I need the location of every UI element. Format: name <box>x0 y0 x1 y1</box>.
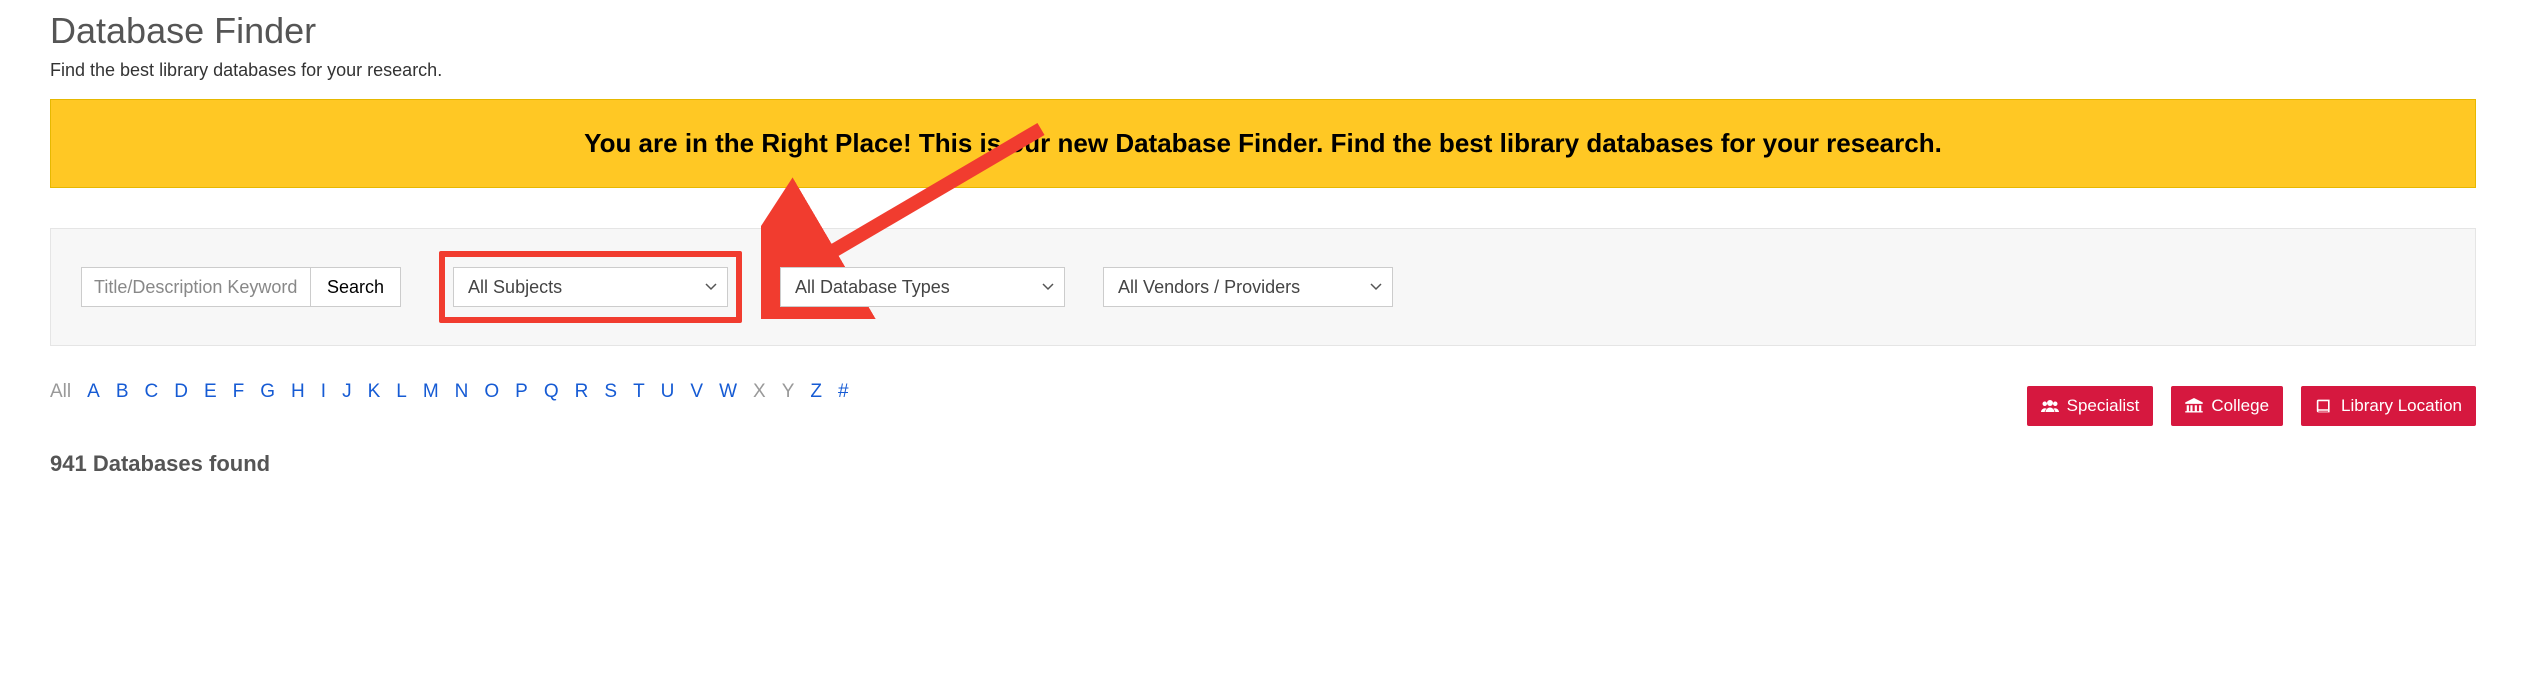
page-title: Database Finder <box>50 10 2476 52</box>
alpha-link-z[interactable]: Z <box>810 381 822 403</box>
alpha-link-f[interactable]: F <box>233 381 245 403</box>
college-label: College <box>2211 396 2269 416</box>
alpha-link-t[interactable]: T <box>633 381 645 403</box>
alpha-link-n[interactable]: N <box>455 381 469 403</box>
alpha-link-l[interactable]: L <box>396 381 407 403</box>
banner-text: You are in the Right Place! This is our … <box>584 128 1942 158</box>
alpha-link-p[interactable]: P <box>515 381 528 403</box>
alpha-link-h[interactable]: H <box>291 381 305 403</box>
alpha-link-all: All <box>50 381 71 403</box>
alpha-link-x: X <box>753 381 766 403</box>
alpha-link-b[interactable]: B <box>116 381 129 403</box>
alpha-link-y: Y <box>782 381 795 403</box>
vendor-filter: All Vendors / Providers <box>1103 267 1393 307</box>
users-icon <box>2041 398 2059 414</box>
search-group: Search <box>81 267 401 307</box>
search-button[interactable]: Search <box>311 267 401 307</box>
alpha-link-s[interactable]: S <box>604 381 617 403</box>
alpha-link-v[interactable]: V <box>690 381 703 403</box>
alpha-and-buttons-row: All ABCDEFGHIJKLMNOPQRSTUVWXYZ # Specialis… <box>50 381 2476 426</box>
alpha-link-c[interactable]: C <box>145 381 159 403</box>
alpha-link-a[interactable]: A <box>87 381 100 403</box>
book-icon <box>2315 398 2333 414</box>
alpha-link-q[interactable]: Q <box>544 381 559 403</box>
college-button[interactable]: College <box>2171 386 2283 426</box>
page-subtitle: Find the best library databases for your… <box>50 60 2476 81</box>
alpha-link-i[interactable]: I <box>321 381 326 403</box>
alpha-link-d[interactable]: D <box>174 381 188 403</box>
library-label: Library Location <box>2341 396 2462 416</box>
alpha-link-w[interactable]: W <box>719 381 737 403</box>
alpha-link-e[interactable]: E <box>204 381 217 403</box>
institution-icon <box>2185 398 2203 414</box>
alpha-link-u[interactable]: U <box>661 381 675 403</box>
specialist-label: Specialist <box>2067 396 2140 416</box>
subject-filter-highlighted: All Subjects <box>439 251 742 323</box>
vendor-select[interactable]: All Vendors / Providers <box>1103 267 1393 307</box>
results-count: 941 Databases found <box>50 451 2476 477</box>
database-type-select[interactable]: All Database Types <box>780 267 1065 307</box>
library-location-button[interactable]: Library Location <box>2301 386 2476 426</box>
alpha-link-r[interactable]: R <box>575 381 589 403</box>
filter-bar: Search All Subjects All Database Types A… <box>50 228 2476 346</box>
alpha-filter-list: All ABCDEFGHIJKLMNOPQRSTUVWXYZ # <box>50 381 849 403</box>
alpha-link-j[interactable]: J <box>342 381 352 403</box>
action-buttons: Specialist College Library Location <box>2027 381 2476 426</box>
announcement-banner: You are in the Right Place! This is our … <box>50 99 2476 188</box>
subject-select[interactable]: All Subjects <box>453 267 728 307</box>
specialist-button[interactable]: Specialist <box>2027 386 2154 426</box>
alpha-link-#[interactable]: # <box>838 381 849 403</box>
alpha-link-g[interactable]: G <box>260 381 275 403</box>
search-input[interactable] <box>81 267 311 307</box>
alpha-link-m[interactable]: M <box>423 381 439 403</box>
alpha-link-k[interactable]: K <box>368 381 381 403</box>
type-filter: All Database Types <box>780 267 1065 307</box>
alpha-link-o[interactable]: O <box>484 381 499 403</box>
